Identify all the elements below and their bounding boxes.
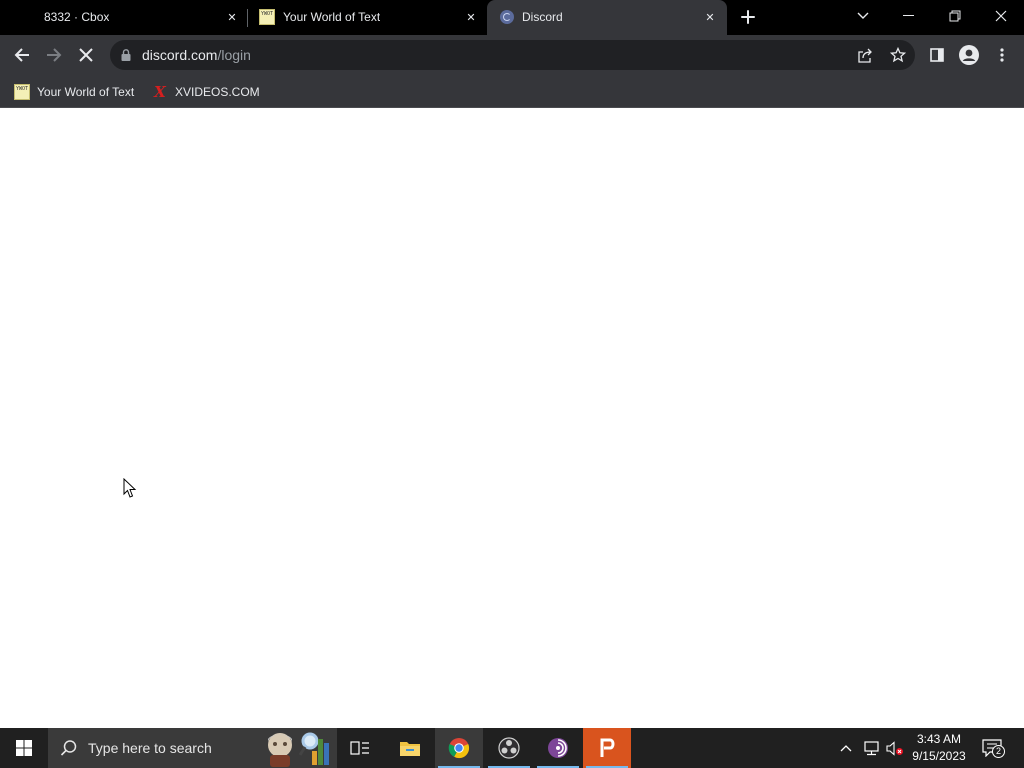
restore-icon[interactable] — [932, 0, 978, 32]
tab-search-chevron-down-icon[interactable] — [840, 0, 886, 32]
task-view-icon[interactable] — [336, 728, 384, 768]
tab-close-icon[interactable]: ✕ — [463, 9, 479, 25]
notification-center-icon[interactable]: 2 — [978, 736, 1006, 760]
tab-separator — [247, 9, 248, 27]
clock-date: 9/15/2023 — [912, 749, 966, 763]
ywot-icon: YWOT — [14, 84, 30, 100]
show-hidden-icons-chevron-up-icon[interactable] — [840, 744, 852, 752]
kebab-menu-icon[interactable] — [990, 43, 1014, 67]
page-content — [0, 109, 1024, 728]
tab-title: Discord — [522, 10, 563, 24]
taskbar-search-box[interactable]: Type here to search — [48, 728, 337, 768]
file-explorer-icon[interactable] — [386, 728, 434, 768]
tab-close-icon[interactable]: ✕ — [702, 9, 718, 25]
tor-browser-icon[interactable] — [534, 728, 582, 768]
profile-avatar-icon[interactable] — [957, 43, 981, 67]
url-path: /login — [217, 47, 251, 63]
tab-discord[interactable]: Discord — [487, 0, 727, 35]
search-highlight-illustration-icon — [268, 732, 329, 767]
share-icon[interactable] — [857, 48, 873, 63]
obs-icon[interactable] — [485, 728, 533, 768]
bookmark-your-world-of-text[interactable]: YWOT Your World of Text — [14, 81, 134, 103]
windows-start-icon[interactable] — [0, 728, 48, 768]
side-panel-icon[interactable] — [925, 43, 949, 67]
url-domain: discord.com — [142, 47, 218, 63]
stop-loading-icon[interactable] — [74, 43, 98, 67]
notification-count-badge: 2 — [992, 745, 1005, 758]
discord-favicon-icon — [500, 10, 514, 24]
bookmark-star-icon[interactable] — [890, 47, 906, 63]
x-logo-icon: X — [154, 83, 166, 101]
tab-cbox[interactable]: 8332 · Cbox — [0, 0, 246, 35]
bookmark-label: Your World of Text — [37, 85, 135, 99]
forward-arrow-icon[interactable] — [42, 43, 66, 67]
back-arrow-icon[interactable] — [10, 43, 34, 67]
tab-title: 8332 · Cbox — [44, 10, 110, 24]
search-icon — [60, 740, 77, 756]
address-bar[interactable]: discord.com/login — [110, 40, 915, 70]
taskbar-clock[interactable]: 3:43 AM 9/15/2023 — [908, 731, 970, 765]
bookmark-label: XVIDEOS.COM — [175, 85, 260, 99]
url-text: discord.com/login — [142, 47, 251, 63]
bookmark-xvideos[interactable]: X XVIDEOS.COM — [152, 81, 260, 103]
volume-muted-icon[interactable] — [886, 741, 904, 756]
network-icon[interactable] — [862, 741, 880, 756]
windows-taskbar: Type here to search 3:43 AM 9/15/2023 2 — [0, 728, 1024, 768]
psiphon-icon[interactable] — [583, 728, 631, 768]
ywot-favicon-icon: YWOT — [259, 9, 275, 25]
tab-close-icon[interactable]: ✕ — [224, 9, 240, 25]
close-window-icon[interactable] — [978, 0, 1024, 32]
new-tab-plus-icon[interactable] — [739, 8, 757, 26]
chrome-icon[interactable] — [435, 728, 483, 768]
search-placeholder: Type here to search — [88, 740, 212, 756]
tab-your-world-of-text[interactable]: YWOT Your World of Text — [249, 0, 485, 35]
browser-toolbar: discord.com/login — [0, 35, 1024, 75]
clock-time: 3:43 AM — [916, 732, 962, 746]
bookmarks-bar: YWOT Your World of Text X XVIDEOS.COM — [0, 75, 1024, 108]
minimize-icon[interactable] — [886, 0, 932, 32]
lock-icon[interactable] — [121, 49, 131, 61]
tab-strip: 8332 · Cbox ✕ YWOT Your World of Text ✕ … — [0, 0, 1024, 35]
tab-title: Your World of Text — [283, 10, 381, 24]
mouse-pointer-icon — [123, 478, 137, 498]
